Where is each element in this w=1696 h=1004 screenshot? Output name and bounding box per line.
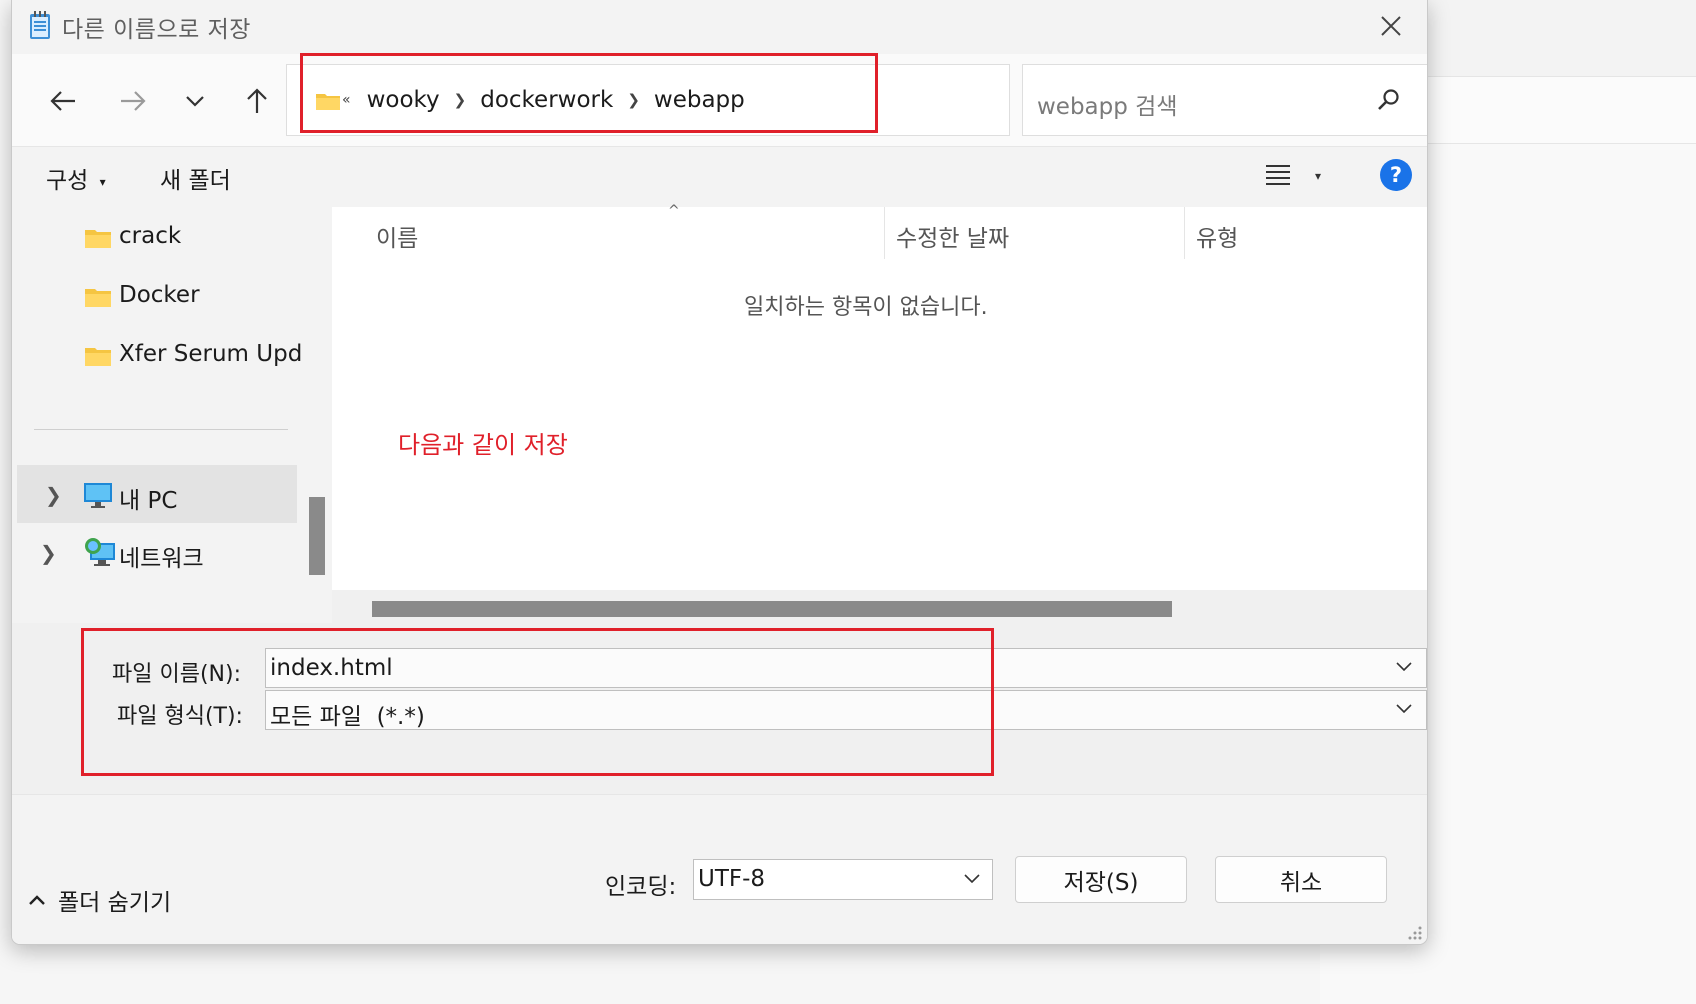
save-as-dialog: 다른 이름으로 저장 « wooky ❯ dockerwork ❯ webapp…	[11, 0, 1428, 945]
sidebar-item-xfer-serum[interactable]: Xfer Serum Upd	[12, 325, 303, 383]
sidebar-item-label: Docker	[119, 282, 200, 308]
sidebar-item-label: crack	[119, 223, 182, 249]
new-folder-button[interactable]: 새 폴더	[160, 161, 231, 195]
encoding-select[interactable]: UTF-8	[693, 859, 993, 900]
sidebar-item-crack[interactable]: crack	[12, 207, 303, 265]
chevron-right-icon[interactable]: ❯	[627, 91, 640, 109]
column-divider[interactable]	[1184, 207, 1185, 259]
filetype-value: 모든 파일 (*.*)	[270, 704, 425, 730]
chevron-down-icon	[186, 96, 204, 107]
network-icon	[85, 538, 115, 566]
breadcrumb: « wooky ❯ dockerwork ❯ webapp	[342, 87, 745, 113]
folder-icon	[85, 289, 111, 307]
scrollbar-thumb[interactable]	[372, 601, 1172, 617]
sidebar-item-this-pc[interactable]: ❯ 내 PC	[17, 465, 297, 523]
sidebar-item-label: 내 PC	[119, 488, 178, 514]
caret-down-icon: ▾	[99, 174, 106, 189]
encoding-label: 인코딩:	[605, 874, 677, 900]
hide-folders-button[interactable]: 폴더 숨기기	[28, 883, 171, 917]
encoding-value: UTF-8	[698, 866, 766, 892]
command-bar: 구성 ▾ 새 폴더 ▾ ?	[12, 147, 1427, 207]
view-options-icon[interactable]	[1265, 163, 1291, 185]
chevron-up-icon	[29, 895, 45, 905]
save-button[interactable]: 저장(S)	[1015, 856, 1187, 903]
column-header-date-modified[interactable]: 수정한 날짜	[896, 219, 1009, 253]
organize-label: 구성	[46, 168, 89, 194]
navigation-bar: « wooky ❯ dockerwork ❯ webapp webapp 검색	[12, 54, 1427, 147]
sidebar-item-docker[interactable]: Docker	[12, 266, 303, 324]
save-form: 파일 이름(N): index.html 파일 형식(T): 모든 파일 (*.…	[12, 623, 1427, 944]
chevron-down-icon	[964, 874, 980, 883]
chevron-down-icon[interactable]	[1396, 703, 1412, 713]
column-header-type[interactable]: 유형	[1196, 219, 1238, 253]
back-arrow-icon	[50, 91, 75, 111]
title-bar: 다른 이름으로 저장	[12, 0, 1427, 52]
search-icon	[1378, 89, 1399, 110]
breadcrumb-item-dockerwork[interactable]: dockerwork	[480, 87, 613, 113]
up-button[interactable]	[234, 78, 280, 124]
filename-input[interactable]: index.html	[270, 655, 393, 681]
sort-ascending-icon: ^	[668, 203, 680, 219]
chevron-right-icon[interactable]: ❯	[45, 483, 62, 507]
file-list: ^ 이름 수정한 날짜 유형 일치하는 항목이 없습니다. 다음과 같이 저장	[332, 203, 1427, 623]
navigation-pane: crack Docker Xfer Serum Upd ❯ 내 PC ❯ 네트워…	[12, 207, 303, 623]
column-header-name[interactable]: 이름	[376, 219, 418, 253]
filename-label: 파일 이름(N):	[112, 662, 241, 687]
view-caret-icon[interactable]: ▾	[1315, 169, 1321, 183]
dialog-footer: 폴더 숨기기 인코딩: UTF-8 저장(S) 취소	[12, 794, 1427, 944]
empty-list-message: 일치하는 항목이 없습니다.	[744, 295, 988, 320]
sidebar-item-label: 네트워크	[119, 546, 204, 572]
filetype-label: 파일 형식(T):	[117, 704, 243, 729]
filetype-select[interactable]: 모든 파일 (*.*)	[265, 690, 1427, 730]
chevron-down-icon[interactable]	[1396, 661, 1412, 671]
forward-arrow-icon	[121, 91, 146, 111]
organize-button[interactable]: 구성 ▾	[46, 161, 106, 195]
sidebar-scrollbar[interactable]	[306, 207, 328, 623]
breadcrumb-item-webapp[interactable]: webapp	[654, 87, 745, 113]
sidebar-item-network[interactable]: ❯ 네트워크	[12, 523, 303, 581]
chevron-right-icon[interactable]: ❯	[454, 91, 467, 109]
monitor-icon	[84, 483, 112, 508]
filename-field[interactable]: index.html	[265, 648, 1427, 688]
address-bar[interactable]: « wooky ❯ dockerwork ❯ webapp	[286, 64, 1255, 136]
resize-grip-icon[interactable]	[1407, 925, 1423, 941]
column-divider[interactable]	[884, 207, 885, 259]
chevron-right-icon[interactable]: ❯	[40, 541, 57, 565]
search-box[interactable]: webapp 검색	[1022, 64, 1427, 136]
up-arrow-icon	[247, 88, 267, 113]
back-button[interactable]	[40, 78, 86, 124]
breadcrumb-overflow[interactable]: «	[342, 92, 351, 108]
forward-button[interactable]	[110, 78, 156, 124]
sidebar-item-label: Xfer Serum Upd	[119, 341, 303, 367]
notepad-icon	[30, 11, 50, 39]
breadcrumb-item-wooky[interactable]: wooky	[367, 87, 440, 113]
folder-icon	[85, 230, 111, 248]
annotation-text: 다음과 같이 저장	[398, 431, 568, 459]
folder-icon	[316, 94, 340, 110]
dialog-title: 다른 이름으로 저장	[62, 17, 251, 43]
folder-icon	[85, 348, 111, 366]
hide-folders-label: 폴더 숨기기	[58, 890, 172, 916]
close-icon	[1381, 16, 1401, 36]
sidebar-divider	[34, 429, 288, 430]
search-input[interactable]: webapp 검색	[1037, 87, 1178, 121]
recent-locations-button[interactable]	[172, 78, 218, 124]
cancel-button[interactable]: 취소	[1215, 856, 1387, 903]
help-button[interactable]: ?	[1380, 159, 1412, 191]
close-button[interactable]	[1371, 6, 1411, 46]
scrollbar-thumb[interactable]	[309, 497, 325, 575]
horizontal-scrollbar[interactable]	[332, 590, 1427, 623]
